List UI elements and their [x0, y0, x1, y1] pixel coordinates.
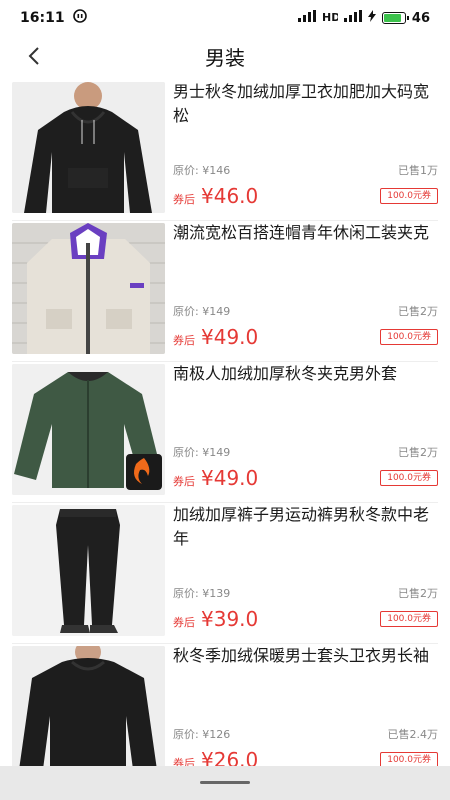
status-time: 16:11 [20, 10, 65, 26]
meta-row: 原价: ¥139 已售2万 [173, 585, 438, 601]
back-button[interactable] [20, 42, 48, 70]
original-price: 原价: ¥149 [173, 446, 231, 459]
original-price: 原价: ¥146 [173, 164, 231, 177]
battery-icon [381, 12, 409, 24]
status-network: 46 [411, 10, 430, 26]
sold-count: 已售2万 [398, 587, 438, 600]
product-title: 加绒加厚裤子男运动裤男秋冬款中老年 [173, 505, 430, 548]
product-item[interactable]: 秋冬季加绒保暖男士套头卫衣男长袖 原价: ¥126 已售2.4万 券后 ¥26.… [0, 644, 450, 766]
original-price: 原价: ¥139 [173, 587, 231, 600]
meta-row: 原价: ¥126 已售2.4万 [173, 726, 438, 742]
gesture-home-bar[interactable] [200, 781, 250, 784]
coupon-badge[interactable]: 100.0元券 [380, 611, 438, 627]
price-row: 券后 ¥39.0 100.0元券 [173, 607, 438, 631]
product-image [12, 505, 165, 636]
black-hoodie-image [12, 82, 165, 213]
after-coupon-label: 券后 [173, 193, 195, 206]
battery-level [383, 14, 401, 22]
product-image [12, 646, 165, 766]
product-title: 南极人加绒加厚秋冬夹克男外套 [173, 364, 398, 383]
after-coupon-label: 券后 [173, 334, 195, 347]
sold-count: 已售2万 [398, 446, 438, 459]
page-title: 男装 [205, 45, 245, 70]
product-item[interactable]: 南极人加绒加厚秋冬夹克男外套 原价: ¥149 已售2万 券后 ¥49.0 10… [0, 362, 450, 503]
price-row: 券后 ¥49.0 100.0元券 [173, 325, 438, 349]
status-bar: 16:11 HD 46 [0, 0, 450, 36]
product-info: 加绒加厚裤子男运动裤男秋冬款中老年 原价: ¥139 已售2万 券后 ¥39.0… [165, 503, 438, 644]
after-coupon-label: 券后 [173, 757, 195, 766]
product-title: 潮流宽松百搭连帽青年休闲工装夹克 [173, 223, 430, 242]
after-coupon-label: 券后 [173, 475, 195, 488]
green-jacket-image [12, 364, 165, 495]
price-wrap: 券后 ¥26.0 [173, 748, 258, 766]
price-wrap: 券后 ¥49.0 [173, 466, 258, 490]
product-image [12, 82, 165, 213]
final-price: ¥46.0 [201, 184, 259, 208]
coupon-badge[interactable]: 100.0元券 [380, 188, 438, 204]
gesture-nav-area [0, 766, 450, 800]
nav-bar: 男装 [0, 36, 450, 76]
coupon-badge[interactable]: 100.0元券 [380, 470, 438, 486]
hd-icon: HD [322, 10, 340, 26]
price-row: 券后 ¥46.0 100.0元券 [173, 184, 438, 208]
black-pants-image [12, 505, 165, 636]
price-wrap: 券后 ¥39.0 [173, 607, 258, 631]
price-wrap: 券后 ¥49.0 [173, 325, 258, 349]
product-item[interactable]: 男士秋冬加绒加厚卫衣加肥加大码宽松 原价: ¥146 已售1万 券后 ¥46.0… [0, 80, 450, 221]
product-info: 男士秋冬加绒加厚卫衣加肥加大码宽松 原价: ¥146 已售1万 券后 ¥46.0… [165, 80, 438, 221]
chevron-left-icon [28, 47, 39, 65]
meta-row: 原价: ¥149 已售2万 [173, 444, 438, 460]
product-item[interactable]: 加绒加厚裤子男运动裤男秋冬款中老年 原价: ¥139 已售2万 券后 ¥39.0… [0, 503, 450, 644]
product-item[interactable]: 潮流宽松百搭连帽青年休闲工装夹克 原价: ¥149 已售2万 券后 ¥49.0 … [0, 221, 450, 362]
original-price: 原价: ¥149 [173, 305, 231, 318]
status-left: 16:11 [20, 9, 87, 27]
final-price: ¥39.0 [201, 607, 259, 631]
price-wrap: 券后 ¥46.0 [173, 184, 258, 208]
coupon-badge[interactable]: 100.0元券 [380, 752, 438, 766]
final-price: ¥49.0 [201, 466, 259, 490]
product-image [12, 364, 165, 495]
svg-text:HD: HD [322, 11, 338, 22]
coupon-badge[interactable]: 100.0元券 [380, 329, 438, 345]
sold-count: 已售1万 [398, 164, 438, 177]
product-image [12, 223, 165, 354]
meta-row: 原价: ¥149 已售2万 [173, 303, 438, 319]
product-list[interactable]: 男士秋冬加绒加厚卫衣加肥加大码宽松 原价: ¥146 已售1万 券后 ¥46.0… [0, 80, 450, 766]
product-info: 潮流宽松百搭连帽青年休闲工装夹克 原价: ¥149 已售2万 券后 ¥49.0 … [165, 221, 438, 362]
black-sweatshirt-image [12, 646, 165, 766]
after-coupon-label: 券后 [173, 616, 195, 629]
notification-icon [72, 9, 87, 27]
charging-icon [367, 10, 376, 26]
signal-icon [297, 10, 316, 26]
product-title: 男士秋冬加绒加厚卫衣加肥加大码宽松 [173, 82, 430, 125]
product-info: 秋冬季加绒保暖男士套头卫衣男长袖 原价: ¥126 已售2.4万 券后 ¥26.… [165, 644, 438, 766]
price-row: 券后 ¥26.0 100.0元券 [173, 748, 438, 766]
product-title: 秋冬季加绒保暖男士套头卫衣男长袖 [173, 646, 430, 665]
signal-icon-2 [343, 10, 362, 26]
price-row: 券后 ¥49.0 100.0元券 [173, 466, 438, 490]
original-price: 原价: ¥126 [173, 728, 231, 741]
sold-count: 已售2.4万 [387, 728, 439, 741]
meta-row: 原价: ¥146 已售1万 [173, 162, 438, 178]
product-info: 南极人加绒加厚秋冬夹克男外套 原价: ¥149 已售2万 券后 ¥49.0 10… [165, 362, 438, 503]
final-price: ¥26.0 [201, 748, 259, 766]
beige-jacket-image [12, 223, 165, 354]
final-price: ¥49.0 [201, 325, 259, 349]
sold-count: 已售2万 [398, 305, 438, 318]
status-right: HD 46 [297, 10, 430, 26]
